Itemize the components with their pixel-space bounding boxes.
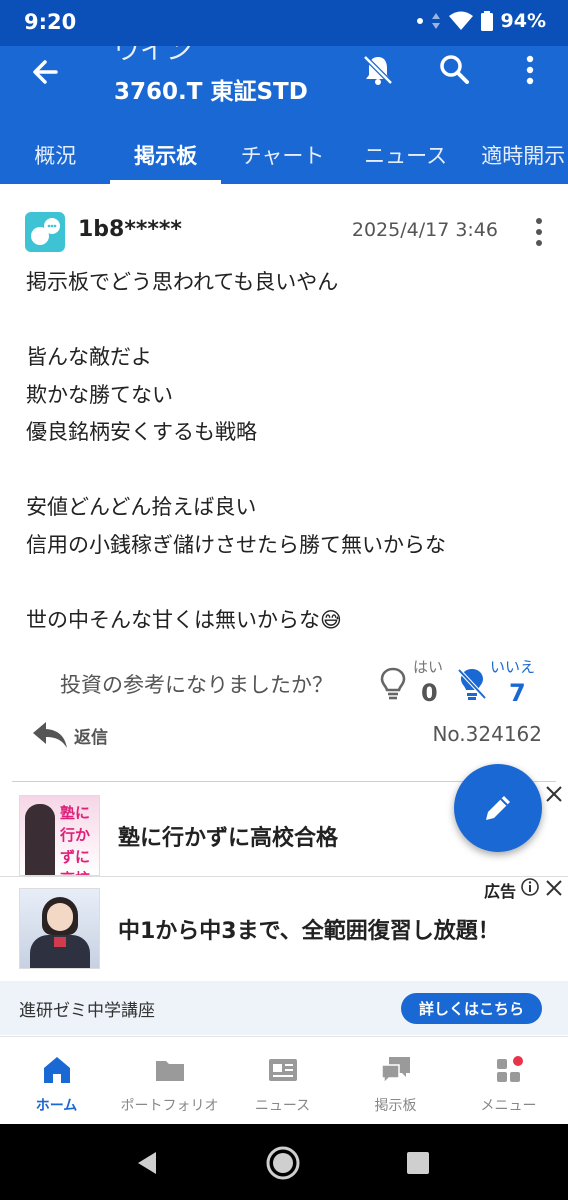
battery-icon (480, 11, 493, 31)
tab-disclosure[interactable]: 適時開示 (467, 126, 568, 184)
tab-news[interactable]: ニュース (344, 126, 467, 184)
close-icon[interactable] (544, 784, 564, 804)
ad-cta-button[interactable]: 詳しくはこちら (401, 993, 542, 1024)
nav-news-label: ニュース (254, 1098, 311, 1114)
post-username[interactable]: 1b8***** (78, 217, 182, 242)
menu-grid-icon (497, 1056, 523, 1082)
tab-chart[interactable]: チャート (221, 126, 344, 184)
ad-label: 広告 (484, 882, 517, 901)
vote-no-label: いいえ (490, 658, 536, 676)
status-icons: 94% (416, 10, 546, 32)
nav-board[interactable]: 掲示板 (339, 1037, 452, 1125)
battery-level: 94% (500, 10, 546, 32)
ad-image-ribbon (54, 937, 66, 947)
news-icon (269, 1059, 297, 1081)
search-icon[interactable] (434, 50, 474, 90)
more-vertical-icon[interactable] (510, 50, 550, 90)
lightbulb-off-icon[interactable] (456, 666, 488, 702)
vote-yes-label: はい (413, 658, 444, 676)
post-body: 掲示板でどう思われても良いやん 皆んな敵だよ 欺かな勝てない 優良銘柄安くするも… (26, 270, 446, 632)
folder-icon (156, 1061, 184, 1081)
ad-image[interactable]: 塾に行かずに高校合格 (19, 795, 100, 876)
nav-portfolio[interactable]: ポートフォリオ (113, 1037, 226, 1125)
reply-button[interactable]: 返信 (74, 723, 108, 748)
ad-image-face (47, 903, 73, 931)
post-number: No.324162 (432, 722, 542, 746)
ad-close-icon[interactable] (544, 878, 564, 898)
tab-message-board[interactable]: 掲示板 (110, 126, 222, 184)
vote-question: 投資の参考になりましたか？ (60, 673, 333, 697)
post-date: 2025/4/17 3:46 (351, 219, 498, 241)
tab-overview[interactable]: 概況 (0, 126, 110, 184)
data-arrows-icon (431, 13, 440, 29)
ad-headline[interactable]: 塾に行かずに高校合格 (118, 820, 338, 852)
ad-image-person (25, 804, 55, 875)
ad-info-icon[interactable] (520, 877, 540, 897)
post-more-icon[interactable] (528, 216, 550, 248)
back-triangle-icon[interactable] (134, 1150, 160, 1176)
avatar[interactable] (25, 212, 65, 252)
tab-bar: 概況 掲示板 チャート ニュース 適時開示 (0, 126, 568, 184)
nav-menu-label: メニュー (480, 1098, 537, 1114)
nav-news[interactable]: ニュース (226, 1037, 339, 1125)
status-bar: 9:20 94% (0, 0, 568, 46)
vote-no-count: 7 (509, 679, 526, 707)
notification-off-icon[interactable] (358, 50, 398, 90)
ad-footer: 進研ゼミ中学講座 詳しくはこちら (0, 981, 568, 1035)
pencil-icon (486, 796, 510, 820)
ad-headline-2[interactable]: 中1から中3まで、全範囲復習し放題！ (118, 913, 500, 945)
notification-dot-icon (416, 18, 423, 24)
app-bar: ウイン 3760.T 東証STD 概況 掲示板 チャート ニュース 適時開示 (0, 46, 568, 184)
status-time: 9:20 (24, 10, 77, 34)
lightbulb-icon[interactable] (378, 666, 408, 702)
reply-icon[interactable] (30, 718, 70, 750)
vote-yes-count: 0 (421, 679, 438, 707)
back-arrow-icon[interactable] (26, 52, 66, 92)
nav-portfolio-label: ポートフォリオ (120, 1098, 219, 1114)
bottom-nav: ホーム ポートフォリオ ニュース 掲示板 メニュー (0, 1036, 568, 1125)
nav-home-label: ホーム (35, 1098, 78, 1114)
page-title: 3760.T 東証STD (114, 79, 308, 105)
ad-image-student[interactable] (19, 888, 100, 969)
home-circle-icon[interactable] (265, 1145, 301, 1181)
chat-icon (381, 1057, 410, 1085)
recents-square-icon[interactable] (406, 1151, 430, 1175)
advertiser-name: 進研ゼミ中学講座 (19, 1001, 155, 1021)
ad-image-text: 塾に行かずに高校合格 (59, 804, 90, 875)
nav-menu[interactable]: メニュー (452, 1037, 565, 1125)
system-nav-bar (0, 1124, 568, 1200)
compose-post-button[interactable] (454, 764, 542, 852)
stock-name-partial: ウイン (114, 46, 193, 66)
nav-home[interactable]: ホーム (0, 1037, 113, 1125)
wifi-icon (448, 11, 473, 30)
home-icon (44, 1057, 70, 1083)
nav-board-label: 掲示板 (374, 1098, 417, 1114)
ad-separator (0, 876, 568, 877)
